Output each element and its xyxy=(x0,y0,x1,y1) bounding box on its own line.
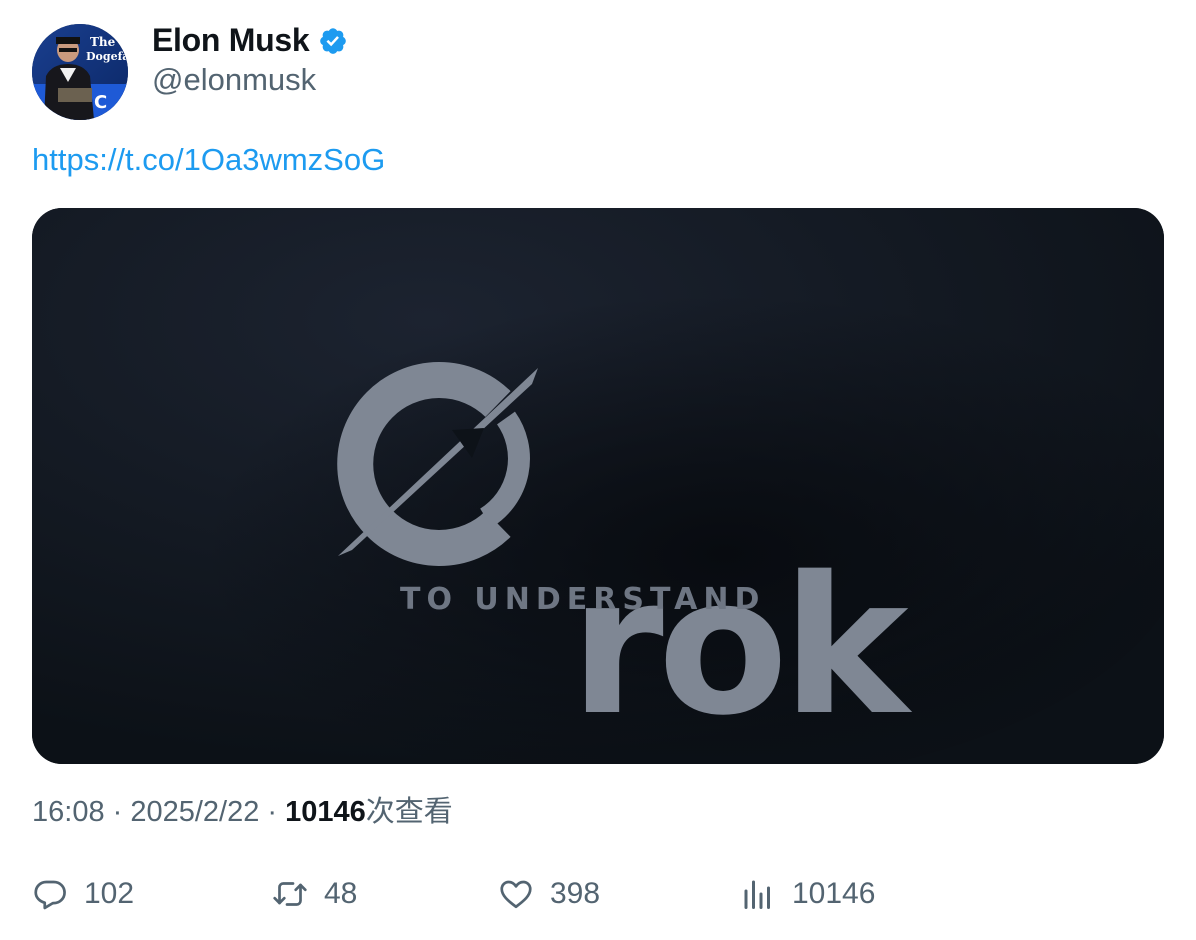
views-action-count: 10146 xyxy=(792,877,876,910)
logo-tagline: TO UNDERSTAND xyxy=(400,582,766,617)
svg-text:Dogefa: Dogefa xyxy=(86,50,128,63)
views-count: 10146 xyxy=(285,796,366,828)
views-label: 次查看 xyxy=(365,796,453,828)
reply-button[interactable]: 102 xyxy=(32,872,134,916)
author-handle[interactable]: @elonmusk xyxy=(152,62,316,98)
svg-text:C: C xyxy=(94,92,107,113)
tweet-meta: 16:08 · 2025/2/22 · 10146次查看 xyxy=(32,788,453,830)
retweet-count: 48 xyxy=(324,877,358,910)
tweet-timestamp[interactable]: 16:08 · 2025/2/22 · xyxy=(32,796,285,828)
logo-wordmark: rok xyxy=(570,536,909,757)
like-button[interactable]: 398 xyxy=(498,872,600,916)
retweet-button[interactable]: 48 xyxy=(272,872,357,916)
retweet-icon xyxy=(272,876,308,912)
analytics-icon xyxy=(740,876,776,912)
heart-icon xyxy=(498,876,534,912)
views-button[interactable]: 10146 xyxy=(740,872,875,916)
media-image[interactable]: rok TO UNDERSTAND xyxy=(32,208,1164,764)
verified-badge-icon xyxy=(318,26,348,56)
reply-count: 102 xyxy=(84,877,135,910)
like-count: 398 xyxy=(550,877,601,910)
action-bar: 102 48 398 10146 xyxy=(32,872,1164,916)
avatar[interactable]: The Dogefa C xyxy=(32,24,128,120)
tweet-link[interactable]: https://t.co/1Oa3wmzSoG xyxy=(32,142,385,178)
author-display-name[interactable]: Elon Musk xyxy=(152,22,310,59)
reply-icon xyxy=(32,876,68,912)
svg-text:The: The xyxy=(90,35,116,49)
author-name-row[interactable]: Elon Musk xyxy=(152,22,348,59)
